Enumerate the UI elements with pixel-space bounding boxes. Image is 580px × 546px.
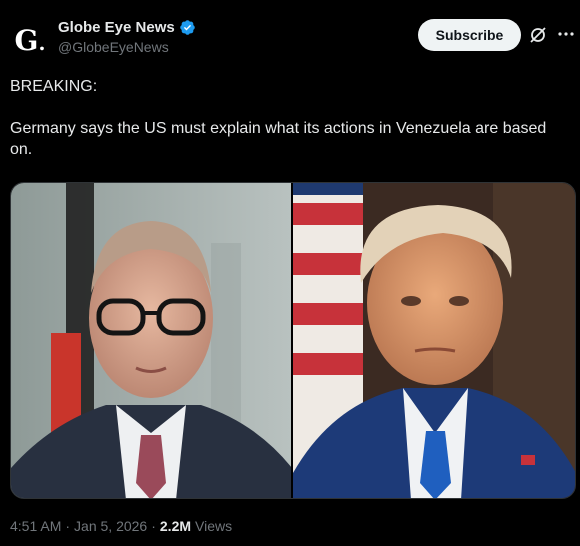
post-time[interactable]: 4:51 AM xyxy=(10,518,61,534)
more-icon[interactable] xyxy=(556,24,576,44)
verified-badge-icon xyxy=(179,20,195,35)
grok-icon[interactable] xyxy=(528,25,548,45)
post-meta: 4:51 AM · Jan 5, 2026 · 2.2M Views xyxy=(10,518,232,534)
left-photo-image xyxy=(11,183,291,498)
post-text: BREAKING: Germany says the US must expla… xyxy=(10,78,547,158)
right-photo[interactable] xyxy=(293,183,575,498)
display-name[interactable]: Globe Eye News xyxy=(58,19,175,36)
subscribe-button[interactable]: Subscribe xyxy=(418,19,521,51)
views-count: 2.2M xyxy=(159,518,192,534)
right-photo-image xyxy=(293,183,575,498)
views-label: Views xyxy=(195,518,233,534)
post-header: G Globe Eye News @GlobeEyeNews Subscribe xyxy=(0,0,580,70)
meta-separator: · xyxy=(65,518,71,534)
handle[interactable]: @GlobeEyeNews xyxy=(58,39,196,55)
display-name-row[interactable]: Globe Eye News xyxy=(58,19,196,36)
avatar[interactable]: G xyxy=(10,20,50,60)
media-grid[interactable] xyxy=(10,182,576,499)
meta-separator-2: · xyxy=(151,518,156,534)
post-date[interactable]: Jan 5, 2026 xyxy=(74,518,147,534)
avatar-letter: G xyxy=(15,27,46,55)
author-block[interactable]: Globe Eye News @GlobeEyeNews xyxy=(58,19,196,55)
left-photo[interactable] xyxy=(11,183,291,498)
